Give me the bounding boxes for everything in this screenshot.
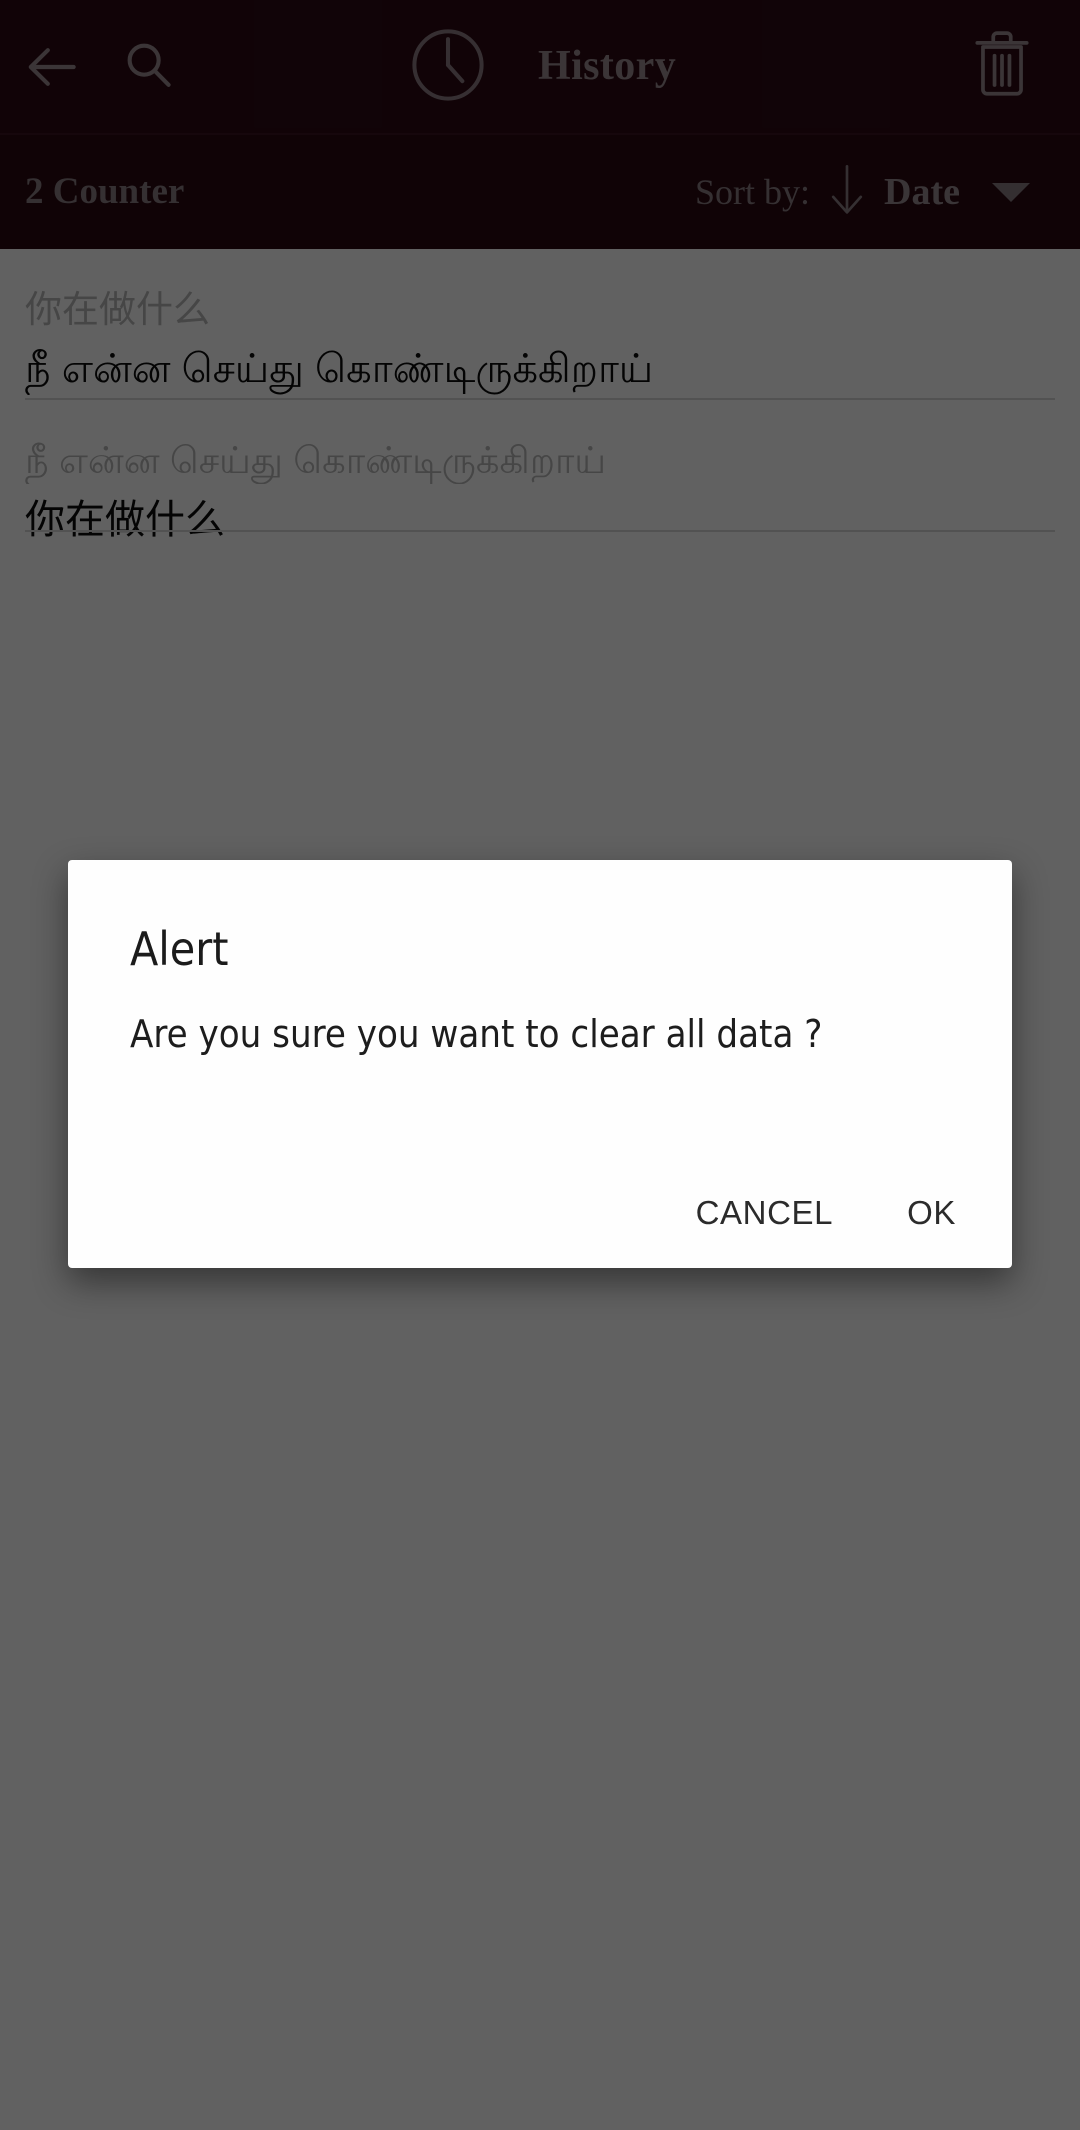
alert-dialog: Alert Are you sure you want to clear all… xyxy=(68,860,1012,1268)
cancel-button[interactable]: CANCEL xyxy=(670,1180,859,1246)
ok-button[interactable]: OK xyxy=(881,1180,982,1246)
dialog-actions: CANCEL OK xyxy=(670,1180,982,1246)
dialog-message: Are you sure you want to clear all data … xyxy=(130,1012,823,1056)
dialog-title: Alert xyxy=(130,922,229,976)
